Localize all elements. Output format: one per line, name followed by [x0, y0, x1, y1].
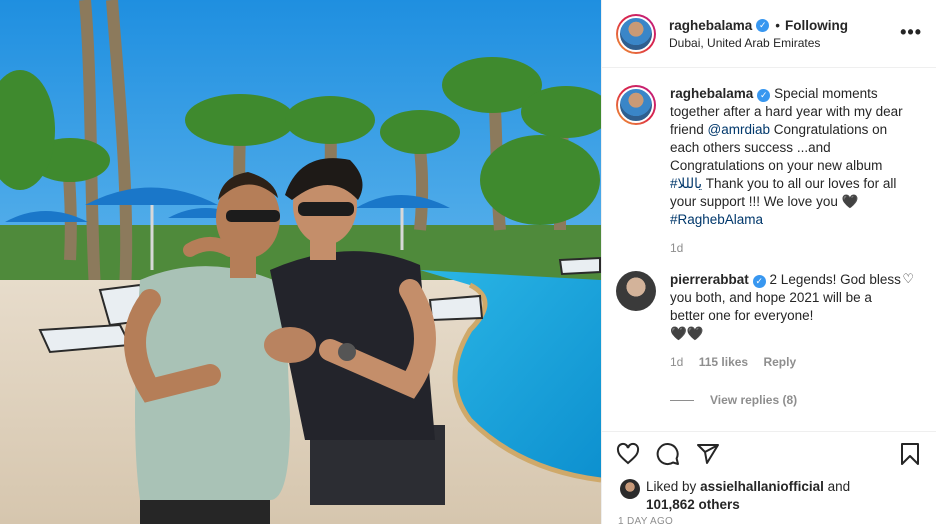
action-bar	[602, 432, 936, 476]
verified-icon: ✓	[756, 18, 770, 32]
post-time: 1 DAY AGO	[618, 516, 674, 527]
commenter-avatar[interactable]	[616, 271, 656, 311]
reply-button[interactable]: Reply	[763, 355, 796, 369]
actions-area: Liked by assielhallaniofficial and 101,8…	[602, 431, 936, 527]
post-sidebar: raghebalama ✓ • Following Dubai, United …	[601, 0, 936, 527]
author-avatar[interactable]	[616, 13, 656, 54]
comment-icon[interactable]	[656, 442, 680, 466]
caption-row: raghebalama ✓ Special moments together af…	[616, 85, 922, 257]
likes-count[interactable]: 101,862 others	[646, 497, 740, 512]
liker-avatar[interactable]	[620, 479, 640, 499]
mention-link[interactable]: @amrdiab	[708, 122, 770, 137]
instagram-post: raghebalama ✓ • Following Dubai, United …	[0, 0, 936, 527]
view-replies-button[interactable]: View replies (8)	[670, 393, 922, 407]
liker-username[interactable]: assielhallaniofficial	[700, 479, 824, 494]
hashtag-link[interactable]: #RaghebAlama	[670, 212, 763, 227]
verified-icon: ✓	[757, 89, 771, 102]
caption-avatar[interactable]	[616, 85, 656, 125]
replies-divider	[670, 399, 694, 401]
heart-icon[interactable]	[616, 442, 640, 466]
comment-hearts: 🖤🖤	[670, 326, 704, 341]
photo-illustration	[0, 0, 601, 524]
caption-age: 1d	[670, 241, 684, 255]
post-location[interactable]: Dubai, United Arab Emirates	[669, 36, 848, 50]
comment-text: pierrerabbat ✓ 2 Legends! God bless you b…	[670, 271, 910, 371]
share-icon[interactable]	[696, 442, 720, 466]
commenter-username[interactable]: pierrerabbat	[670, 272, 749, 287]
post-header: raghebalama ✓ • Following Dubai, United …	[602, 0, 936, 68]
comment-meta: 1d 115 likes Reply	[670, 355, 797, 369]
caption-text: raghebalama ✓ Special moments together af…	[670, 85, 910, 257]
verified-icon: ✓	[752, 275, 766, 288]
bookmark-icon[interactable]	[898, 442, 922, 466]
following-button[interactable]: Following	[785, 18, 848, 33]
author-username[interactable]: raghebalama	[669, 18, 752, 33]
separator-dot: •	[775, 17, 781, 33]
likes-summary: Liked by assielhallaniofficial and 101,8…	[602, 476, 936, 514]
black-heart-icon: 🖤	[841, 194, 859, 209]
more-icon[interactable]: •••	[900, 22, 922, 43]
hashtag-album-link[interactable]: #ﻳﺎﻟﻠﻠﺎ	[670, 176, 702, 191]
comment-like-heart-icon[interactable]: ♡	[902, 271, 914, 287]
caption-author[interactable]: raghebalama	[670, 86, 753, 101]
comment-likes[interactable]: 115 likes	[699, 355, 748, 369]
comment-row: pierrerabbat ✓ 2 Legends! God bless you b…	[616, 271, 922, 371]
post-photo[interactable]	[0, 0, 601, 524]
comments-section: raghebalama ✓ Special moments together af…	[602, 69, 936, 431]
